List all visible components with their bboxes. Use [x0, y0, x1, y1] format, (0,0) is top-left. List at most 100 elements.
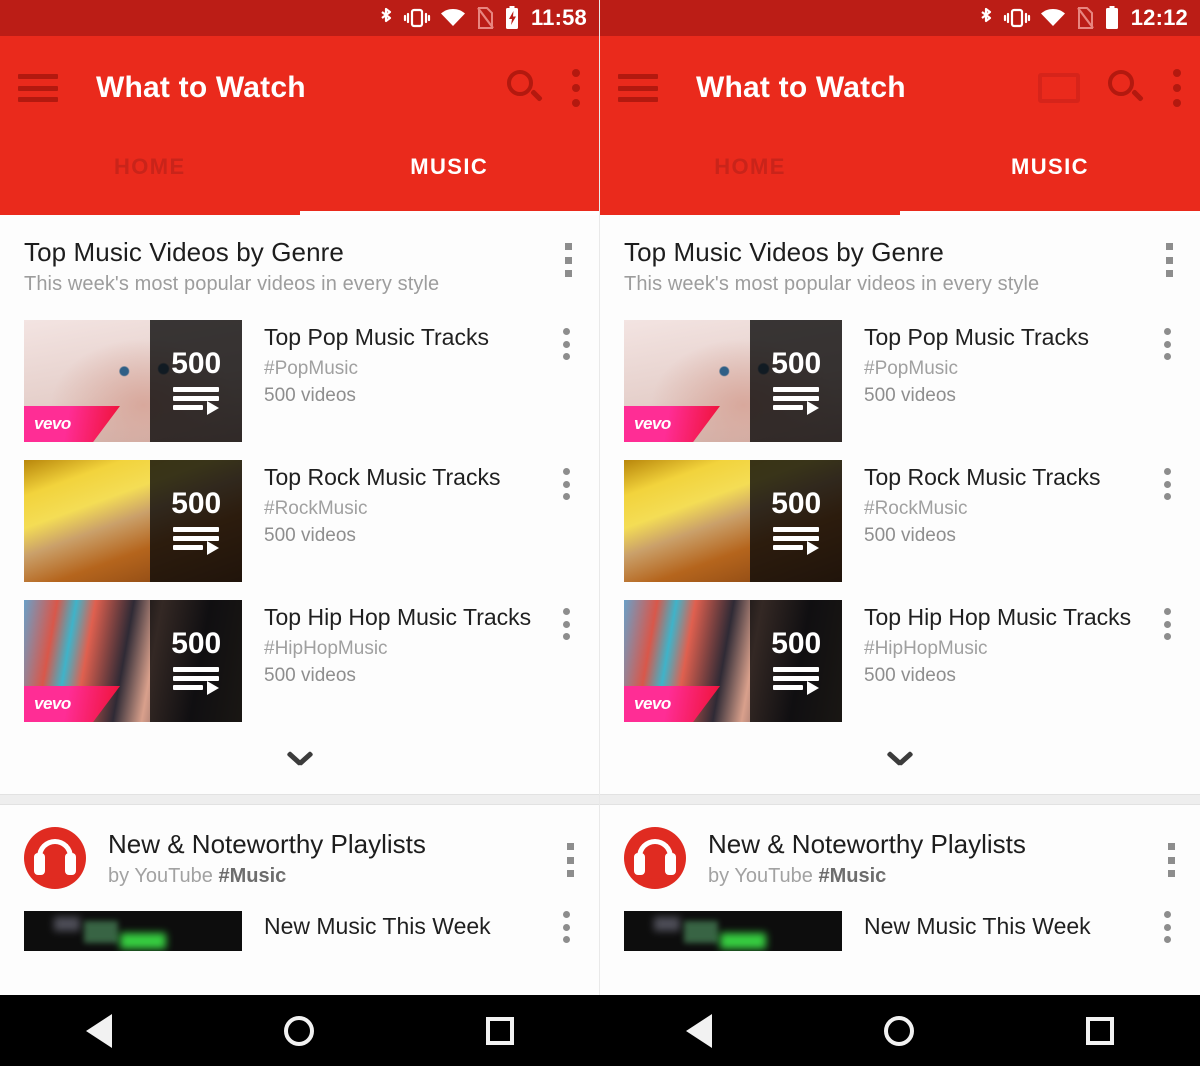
status-bar-left: 11:58 [0, 0, 599, 36]
back-icon[interactable] [86, 1013, 112, 1048]
list-item-more-icon[interactable] [1163, 468, 1172, 500]
more-options-icon[interactable] [571, 69, 581, 107]
genre-row-list: 500 vevo Top Pop Music Tracks #PopMusic … [24, 312, 575, 732]
chevron-down-icon [287, 750, 313, 776]
list-item[interactable]: New Music This Week [24, 911, 575, 951]
playlists-card-text: New & Noteworthy Playlists by YouTube #M… [708, 829, 1167, 888]
thumbnail-pop: 500 vevo [624, 320, 842, 442]
list-item-title: New Music This Week [864, 913, 1091, 939]
vevo-label: vevo [634, 694, 671, 713]
list-item-title: Top Hip Hop Music Tracks [264, 604, 532, 630]
vevo-label: vevo [34, 414, 71, 433]
list-item-tag: #HipHopMusic [864, 638, 988, 659]
playlists-card-title: New & Noteworthy Playlists [108, 828, 426, 859]
search-icon[interactable] [1106, 68, 1146, 108]
nav-right [600, 995, 1200, 1066]
list-item-title: Top Rock Music Tracks [264, 464, 501, 490]
list-item[interactable]: 500 Top Rock Music Tracks #RockMusic 500… [24, 452, 575, 592]
list-item-tag: #RockMusic [864, 498, 968, 519]
video-count-badge: 500 [771, 487, 822, 520]
genre-card: Top Music Videos by Genre This week's mo… [600, 215, 1200, 732]
section-divider [0, 794, 599, 805]
list-item[interactable]: 500 Top Rock Music Tracks #RockMusic 500… [624, 452, 1176, 592]
list-item-more-icon[interactable] [1163, 328, 1172, 360]
byline-tag: #Music [218, 864, 287, 887]
playlist-icon [773, 387, 820, 415]
video-count-badge: 500 [771, 347, 822, 380]
tab-music[interactable]: MUSIC [299, 140, 600, 215]
list-item-more-icon[interactable] [562, 911, 571, 943]
tab-home[interactable]: HOME [600, 140, 900, 215]
no-sim-icon [1076, 7, 1094, 29]
list-item-title: Top Hip Hop Music Tracks [864, 604, 1132, 630]
playlists-card-byline: by YouTube #Music [708, 865, 1167, 888]
thumbnail-overlay: 500 [150, 320, 242, 442]
list-item-title: Top Pop Music Tracks [864, 324, 1089, 350]
playlist-icon [773, 667, 820, 695]
playlists-card-text: New & Noteworthy Playlists by YouTube #M… [108, 829, 566, 888]
list-item-meta: 500 videos [264, 665, 356, 686]
vevo-label: vevo [634, 414, 671, 433]
recents-icon[interactable] [486, 1016, 514, 1045]
thumbnail-hiphop: 500 vevo [24, 600, 242, 722]
byline-prefix: by YouTube [108, 864, 219, 887]
headphones-icon [24, 827, 86, 889]
toolbar-right: What to Watch [600, 36, 1200, 140]
list-item-text: New Music This Week [864, 911, 1163, 940]
panel-right: 12:12 What to Watch HOME MUSIC Top Music… [600, 0, 1200, 995]
playlists-card-header: New & Noteworthy Playlists by YouTube #M… [24, 827, 575, 889]
menu-icon[interactable] [18, 74, 58, 102]
list-item-meta: 500 videos [864, 665, 956, 686]
status-time: 12:12 [1130, 5, 1188, 30]
thumbnail-overlay: 500 [150, 460, 242, 582]
wifi-icon [1040, 9, 1065, 26]
list-item-more-icon[interactable] [562, 468, 571, 500]
genre-card: Top Music Videos by Genre This week's mo… [0, 215, 599, 732]
list-item-more-icon[interactable] [1163, 911, 1172, 943]
list-item-tag: #PopMusic [864, 358, 958, 379]
playlists-card-header: New & Noteworthy Playlists by YouTube #M… [624, 827, 1176, 889]
status-time: 11:58 [530, 5, 587, 30]
genre-card-subtitle: This week's most popular videos in every… [24, 273, 440, 295]
list-item-more-icon[interactable] [562, 608, 571, 640]
list-item-more-icon[interactable] [562, 328, 571, 360]
thumbnail-hiphop: 500 vevo [624, 600, 842, 722]
expand-genre-button[interactable] [0, 732, 599, 794]
genre-card-more-icon[interactable] [564, 243, 573, 277]
recents-icon[interactable] [1086, 1016, 1114, 1045]
list-item[interactable]: 500 vevo Top Hip Hop Music Tracks #HipHo… [24, 592, 575, 732]
toolbar-actions [1038, 68, 1182, 108]
search-icon[interactable] [505, 68, 545, 108]
expand-genre-button[interactable] [600, 732, 1200, 794]
thumbnail-overlay: 500 [750, 320, 842, 442]
home-icon[interactable] [284, 1015, 314, 1046]
list-item-meta: 500 videos [264, 385, 356, 406]
list-item-text: Top Hip Hop Music Tracks #HipHopMusic 50… [264, 600, 562, 687]
vibrate-icon [1003, 8, 1030, 28]
back-icon[interactable] [686, 1013, 712, 1048]
list-item[interactable]: 500 vevo Top Pop Music Tracks #PopMusic … [624, 312, 1176, 452]
genre-row-list: 500 vevo Top Pop Music Tracks #PopMusic … [624, 312, 1176, 732]
list-item[interactable]: 500 vevo Top Hip Hop Music Tracks #HipHo… [624, 592, 1176, 732]
genre-card-more-icon[interactable] [1165, 243, 1174, 277]
dual-screenshot: 11:58 What to Watch HOME MUSIC Top Music… [0, 0, 1200, 1066]
bluetooth-icon [981, 7, 991, 23]
menu-icon[interactable] [618, 74, 658, 102]
tab-home[interactable]: HOME [0, 140, 300, 215]
playlists-card-more-icon[interactable] [1167, 843, 1176, 877]
home-icon[interactable] [884, 1015, 914, 1046]
cast-icon[interactable] [1038, 73, 1080, 103]
more-options-icon[interactable] [1172, 69, 1182, 107]
byline-tag: #Music [818, 864, 887, 887]
list-item[interactable]: 500 vevo Top Pop Music Tracks #PopMusic … [24, 312, 575, 452]
list-item-text: Top Pop Music Tracks #PopMusic 500 video… [864, 320, 1163, 407]
tab-music[interactable]: MUSIC [900, 140, 1200, 215]
tab-home-label: HOME [714, 154, 786, 179]
thumbnail-overlay: 500 [750, 460, 842, 582]
list-item[interactable]: New Music This Week [624, 911, 1176, 951]
thumbnail-overlay: 500 [750, 600, 842, 722]
list-item-more-icon[interactable] [1163, 608, 1172, 640]
video-count-badge: 500 [771, 627, 822, 660]
playlists-card: New & Noteworthy Playlists by YouTube #M… [600, 805, 1200, 951]
playlists-card-more-icon[interactable] [566, 843, 575, 877]
